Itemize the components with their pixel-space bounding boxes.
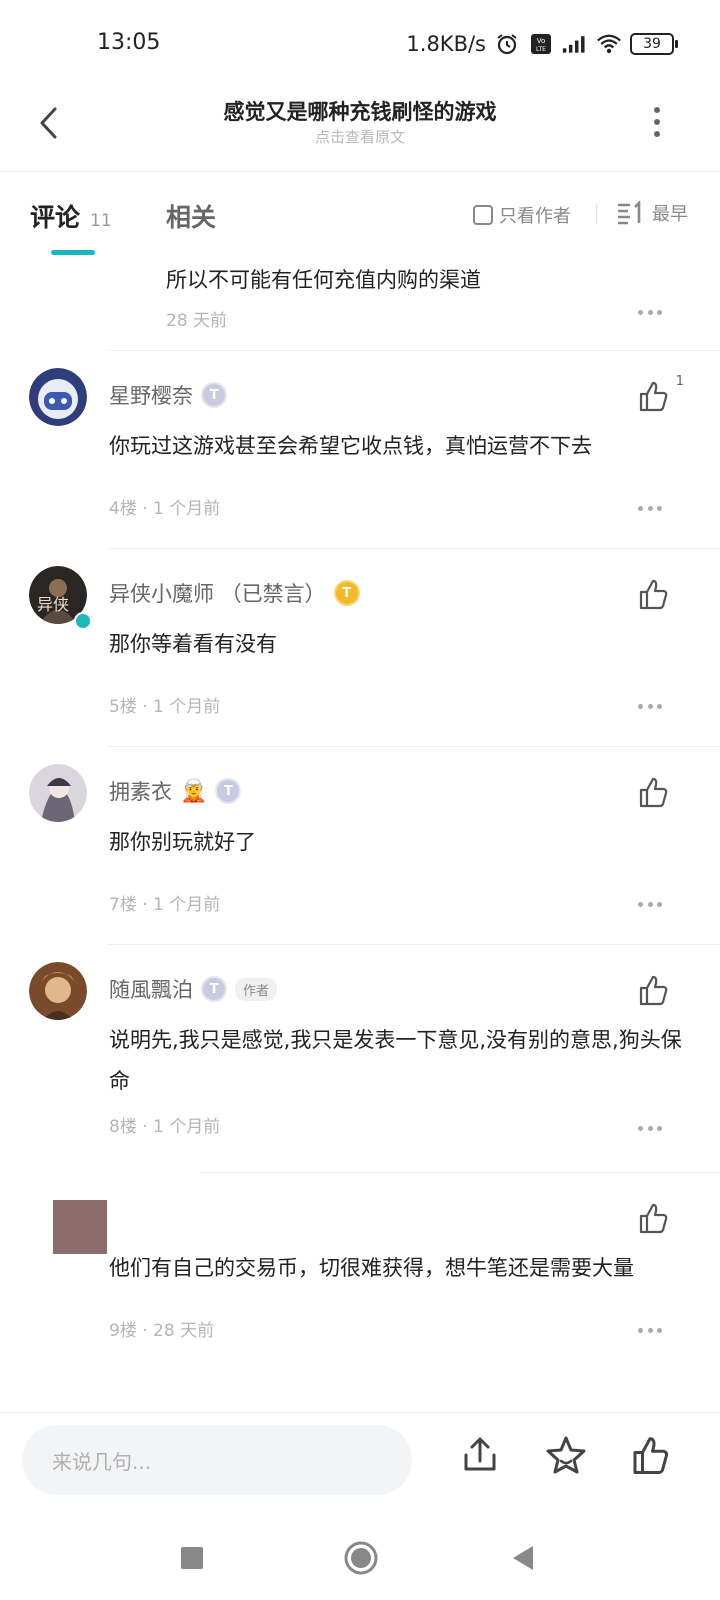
- recents-square-icon[interactable]: [172, 1538, 212, 1578]
- share-icon[interactable]: [458, 1433, 502, 1477]
- comment-like-button[interactable]: [638, 974, 668, 1006]
- sort-button[interactable]: 最早: [616, 200, 688, 226]
- avatar[interactable]: [29, 368, 87, 426]
- level-badge: T: [201, 976, 227, 1002]
- tab-comments[interactable]: 评论 11: [30, 198, 112, 234]
- comment-more-button[interactable]: [638, 702, 662, 710]
- thumb-up-icon: [639, 579, 668, 610]
- author-only-toggle[interactable]: 只看作者: [473, 202, 571, 228]
- comment-item: 星野樱奈 T 你玩过这游戏甚至会希望它收点钱，真怕运营不下去 4楼 · 1 个月…: [0, 368, 720, 548]
- comment-meta: 9楼 · 28 天前: [109, 1321, 215, 1341]
- reply-more-button[interactable]: [638, 308, 662, 316]
- level-badge: T: [215, 778, 242, 804]
- volte-icon: Vo LTE: [528, 31, 554, 57]
- svg-text:LTE: LTE: [536, 46, 546, 53]
- comment-item: 他们有自己的交易币，切很难获得，想牛笔还是需要大量 9楼 · 28 天前: [0, 1190, 720, 1380]
- comment-meta: 7楼 · 1 个月前: [109, 895, 221, 915]
- username-text: 异侠小魔师 （已禁言）: [109, 582, 326, 606]
- separator: [200, 1172, 720, 1173]
- comment-item: 异侠 异侠小魔师 （已禁言） T 那你等着看有没有 5楼 · 1 个月前: [0, 566, 720, 746]
- checkbox-icon: [473, 205, 493, 225]
- comment-text: 说明先,我只是感觉,我只是发表一下意见,没有别的意思,狗头保命: [109, 1028, 682, 1093]
- comment-more-button[interactable]: [638, 900, 662, 908]
- reply-text: 所以不可能有任何充值内购的渠道: [166, 268, 481, 292]
- sort-label: 最早: [652, 204, 688, 225]
- wifi-icon: [596, 31, 622, 57]
- divider: [596, 204, 597, 224]
- comment-more-button[interactable]: [638, 504, 662, 512]
- comment-text: 那你别玩就好了: [109, 830, 256, 854]
- emoji-icon: 🧝: [180, 778, 208, 804]
- like-count: 1: [675, 374, 684, 389]
- avatar-text: 异侠: [37, 595, 69, 614]
- verified-icon: [74, 612, 92, 630]
- level-badge: T: [333, 580, 360, 606]
- username-text: 随風飄泊: [109, 978, 193, 1002]
- comment-username[interactable]: 随風飄泊 T 作者: [109, 974, 278, 1004]
- page-title: 感觉又是哪种充钱刷怪的游戏: [223, 100, 497, 124]
- view-original-link[interactable]: 点击查看原文: [0, 126, 720, 147]
- author-only-label: 只看作者: [499, 206, 571, 227]
- comment-meta: 8楼 · 1 个月前: [109, 1117, 221, 1137]
- signal-icon: [562, 31, 588, 57]
- comment-like-button[interactable]: [638, 1202, 668, 1234]
- thumb-up-icon: [639, 1203, 668, 1234]
- reply-snippet: 所以不可能有任何充值内购的渠道 28 天前: [166, 262, 481, 331]
- comment-like-button[interactable]: [638, 776, 668, 808]
- like-icon[interactable]: [628, 1433, 672, 1477]
- thumb-up-icon: [639, 975, 668, 1006]
- comment-text: 你玩过这游戏甚至会希望它收点钱，真怕运营不下去: [109, 434, 592, 458]
- battery-icon: 39: [630, 33, 678, 55]
- avatar[interactable]: [29, 764, 87, 822]
- system-nav-bar: [0, 1516, 720, 1600]
- thumb-up-icon: [639, 381, 668, 412]
- tab-related[interactable]: 相关: [166, 198, 216, 234]
- active-tab-indicator: [51, 250, 95, 255]
- network-speed: 1.8KB/s: [406, 32, 486, 56]
- comment-item: 随風飄泊 T 作者 说明先,我只是感觉,我只是发表一下意见,没有别的意思,狗头保…: [0, 962, 720, 1172]
- separator: [108, 548, 720, 549]
- separator: [108, 944, 720, 945]
- more-options-button[interactable]: [642, 102, 672, 142]
- svg-text:Vo: Vo: [537, 37, 546, 45]
- comment-meta: 5楼 · 1 个月前: [109, 697, 221, 717]
- comment-item: 拥素衣 🧝 T 那你别玩就好了 7楼 · 1 个月前: [0, 764, 720, 944]
- comment-username[interactable]: 星野樱奈 T: [109, 380, 227, 410]
- avatar[interactable]: [29, 962, 87, 1020]
- star-icon[interactable]: [544, 1433, 588, 1477]
- comment-text: 那你等着看有没有: [109, 632, 277, 656]
- alarm-icon: [494, 31, 520, 57]
- separator: [108, 746, 720, 747]
- thumb-up-icon: [639, 777, 668, 808]
- header: 感觉又是哪种充钱刷怪的游戏 点击查看原文: [0, 88, 720, 172]
- comment-like-button[interactable]: [638, 578, 668, 610]
- comment-text: 他们有自己的交易币，切很难获得，想牛笔还是需要大量: [109, 1256, 634, 1280]
- home-circle-icon[interactable]: [341, 1538, 381, 1578]
- reply-meta: 28 天前: [166, 311, 228, 331]
- sort-icon: [618, 201, 641, 225]
- comment-input[interactable]: 来说几句...: [22, 1425, 412, 1495]
- status-bar: 13:05 1.8KB/s Vo LTE 39: [0, 0, 720, 88]
- comment-username[interactable]: 拥素衣 🧝 T: [109, 776, 242, 806]
- comments-count: 11: [90, 211, 112, 231]
- avatar-placeholder[interactable]: [53, 1200, 107, 1254]
- comment-username[interactable]: 异侠小魔师 （已禁言） T: [109, 578, 360, 608]
- tab-bar: 评论 11 相关 只看作者 最早: [0, 172, 720, 262]
- separator: [108, 350, 720, 351]
- comment-meta: 4楼 · 1 个月前: [109, 499, 221, 519]
- status-time: 13:05: [97, 30, 161, 55]
- tab-comments-label: 评论: [30, 203, 81, 232]
- back-triangle-icon[interactable]: [502, 1538, 542, 1578]
- bottom-action-bar: 来说几句...: [0, 1412, 720, 1516]
- comment-more-button[interactable]: [638, 1326, 662, 1334]
- level-badge: T: [201, 382, 227, 408]
- username-text: 星野樱奈: [109, 384, 193, 408]
- comment-more-button[interactable]: [638, 1124, 662, 1132]
- comment-like-button[interactable]: [638, 380, 668, 412]
- status-indicators: 1.8KB/s Vo LTE 39: [406, 28, 678, 60]
- author-tag: 作者: [235, 977, 278, 1001]
- username-text: 拥素衣: [109, 780, 172, 804]
